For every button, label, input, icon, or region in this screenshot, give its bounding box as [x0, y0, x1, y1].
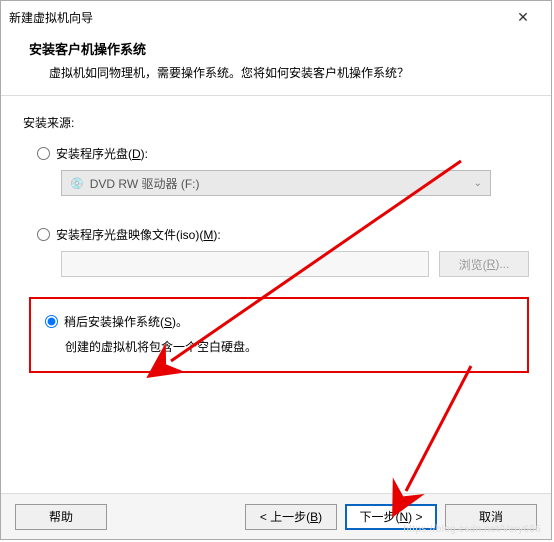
disc-icon: 💿 — [70, 177, 84, 190]
page-subtitle: 虚拟机如同物理机，需要操作系统。您将如何安装客户机操作系统？ — [29, 64, 531, 81]
iso-path-input[interactable] — [61, 251, 429, 277]
help-button[interactable]: 帮助 — [15, 504, 107, 530]
disc-dropdown[interactable]: 💿 DVD RW 驱动器 (F:) ⌄ — [61, 170, 491, 196]
next-button[interactable]: 下一步(N) > — [345, 504, 437, 530]
back-button[interactable]: < 上一步(B) — [245, 504, 337, 530]
radio-iso-label[interactable]: 安装程序光盘映像文件(iso)(M): — [56, 226, 221, 243]
close-button[interactable]: ✕ — [503, 3, 543, 31]
browse-button: 浏览(R)... — [439, 251, 529, 277]
radio-disc-label[interactable]: 安装程序光盘(D): — [56, 145, 148, 162]
radio-later-label[interactable]: 稍后安装操作系统(S)。 — [64, 313, 188, 330]
disc-dropdown-value: DVD RW 驱动器 (F:) — [90, 175, 200, 192]
window-title: 新建虚拟机向导 — [9, 9, 503, 26]
radio-iso[interactable] — [37, 228, 50, 241]
highlight-annotation: 稍后安装操作系统(S)。 创建的虚拟机将包含一个空白硬盘。 — [29, 297, 529, 373]
close-icon: ✕ — [517, 9, 529, 26]
source-label: 安装来源: — [23, 114, 529, 131]
later-description: 创建的虚拟机将包含一个空白硬盘。 — [65, 338, 513, 355]
page-title: 安装客户机操作系统 — [29, 39, 531, 58]
chevron-down-icon: ⌄ — [474, 178, 482, 189]
radio-later[interactable] — [45, 315, 58, 328]
cancel-button[interactable]: 取消 — [445, 504, 537, 530]
radio-disc[interactable] — [37, 147, 50, 160]
